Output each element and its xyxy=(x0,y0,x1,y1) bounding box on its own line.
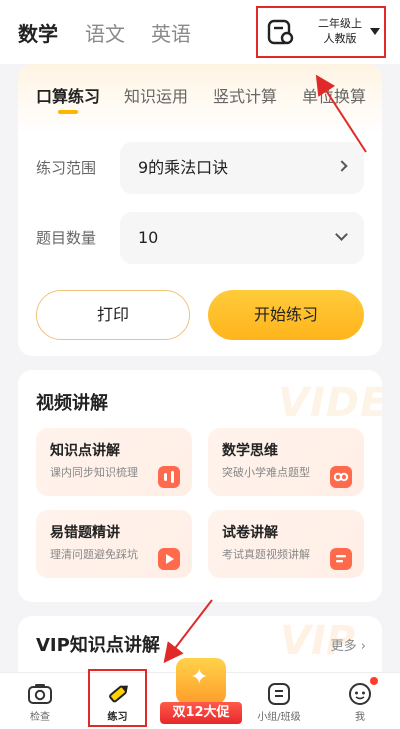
video-tile-subtitle: 突破小学难点题型 xyxy=(222,466,310,479)
scan-icon[interactable] xyxy=(266,18,298,48)
video-tile-knowledge[interactable]: 知识点讲解 课内同步知识梳理 xyxy=(36,428,192,496)
tab-unit-conversion[interactable]: 单位换算 xyxy=(302,86,366,108)
document-icon xyxy=(330,548,352,570)
count-dropdown[interactable]: 10 xyxy=(120,212,364,264)
video-tile-subtitle: 考试真题视频讲解 xyxy=(222,548,310,561)
group-icon xyxy=(265,681,293,707)
notification-dot xyxy=(370,677,378,685)
video-tile-subtitle: 理清问题避免踩坑 xyxy=(50,548,138,561)
nav-check[interactable]: 检查 xyxy=(10,673,70,729)
grade-label: 二年级上 xyxy=(318,17,362,30)
vip-section-title: VIP知识点讲解 xyxy=(36,635,160,656)
video-tile-title: 知识点讲解 xyxy=(50,443,120,459)
nav-me[interactable]: 我 xyxy=(330,673,390,729)
video-tile-title: 试卷讲解 xyxy=(222,525,278,541)
video-tile-title: 数学思维 xyxy=(222,443,278,459)
more-link[interactable]: 更多 › xyxy=(331,638,366,656)
nav-group-class[interactable]: 小组/班级 xyxy=(244,673,314,729)
tab-oral-calc[interactable]: 口算练习 xyxy=(36,86,100,108)
subject-tab-math[interactable]: 数学 xyxy=(18,20,58,48)
video-section-title: 视频讲解 xyxy=(36,393,108,414)
subject-tab-chinese[interactable]: 语文 xyxy=(85,20,125,48)
face-icon xyxy=(346,681,374,707)
textbook-label: 人教版 xyxy=(323,32,357,45)
practice-card: 口算练习 知识运用 竖式计算 单位换算 练习范围 9的乘法口诀 题目数量 10 … xyxy=(18,64,382,356)
video-tile-subtitle: 课内同步知识梳理 xyxy=(50,466,138,479)
infinity-icon xyxy=(330,466,352,488)
video-section-card: VIDE 视频讲解 知识点讲解 课内同步知识梳理 数学思维 突破小学难点题型 易… xyxy=(18,370,382,602)
video-tile-exam[interactable]: 试卷讲解 考试真题视频讲解 xyxy=(208,510,364,578)
chevron-down-icon xyxy=(335,228,348,241)
grade-selector-highlight: 二年级上 人教版 xyxy=(256,6,386,58)
nav-label: 检查 xyxy=(30,712,50,723)
tab-vertical-calc[interactable]: 竖式计算 xyxy=(213,86,277,108)
promo-label: 双12大促 xyxy=(160,702,242,724)
nav-label: 小组/班级 xyxy=(257,712,301,723)
camera-icon xyxy=(26,681,54,707)
count-label: 题目数量 xyxy=(36,229,97,247)
top-bar: 数学 语文 英语 二年级上 人教版 xyxy=(0,0,400,64)
video-watermark: VIDE xyxy=(278,380,382,426)
tab-knowledge-use[interactable]: 知识运用 xyxy=(124,86,188,108)
subject-tab-english[interactable]: 英语 xyxy=(151,20,191,48)
print-button[interactable]: 打印 xyxy=(36,290,190,340)
chevron-right-icon xyxy=(336,160,348,172)
start-practice-button[interactable]: 开始练习 xyxy=(208,290,364,340)
nav-label: 我 xyxy=(355,712,365,723)
range-selector[interactable]: 9的乘法口诀 xyxy=(120,142,364,194)
play-icon xyxy=(158,548,180,570)
count-value: 10 xyxy=(138,228,159,247)
grade-selector[interactable]: 二年级上 人教版 xyxy=(310,16,370,46)
range-value: 9的乘法口诀 xyxy=(138,158,229,177)
range-label: 练习范围 xyxy=(36,159,97,177)
video-tile-math-thinking[interactable]: 数学思维 突破小学难点题型 xyxy=(208,428,364,496)
caret-down-icon[interactable] xyxy=(370,28,380,35)
active-tab-indicator xyxy=(58,110,78,114)
star-icon: ✦ xyxy=(190,665,209,690)
practice-nav-highlight xyxy=(88,669,147,727)
nav-promo[interactable]: ✦ 双12大促 xyxy=(160,652,242,728)
audio-wave-icon xyxy=(158,466,180,488)
video-tile-title: 易错题精讲 xyxy=(50,525,120,541)
video-tile-mistakes[interactable]: 易错题精讲 理清问题避免踩坑 xyxy=(36,510,192,578)
